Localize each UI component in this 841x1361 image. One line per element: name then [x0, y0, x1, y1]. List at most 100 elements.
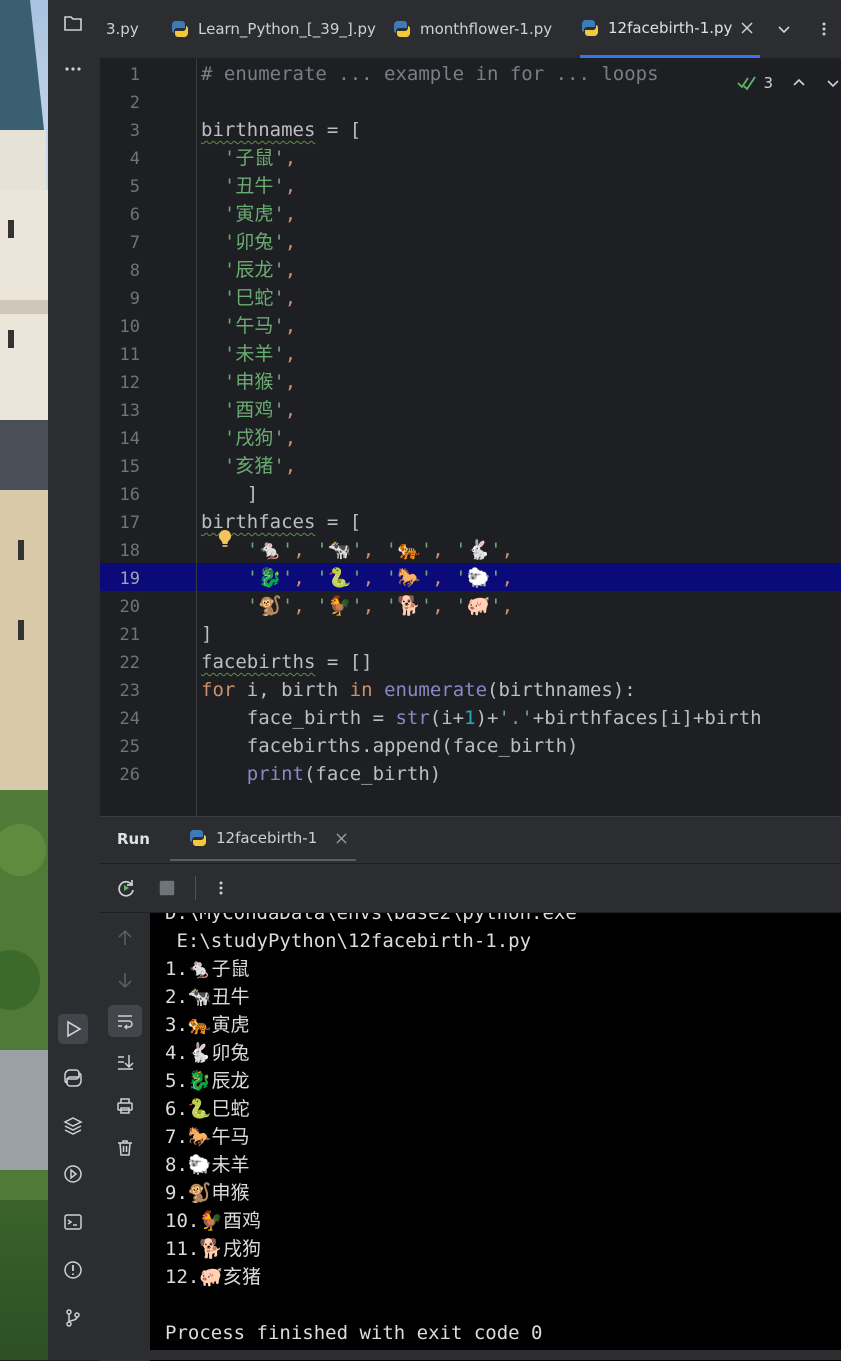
tab-12facebirth[interactable]: 12facebirth-1.py	[580, 0, 761, 58]
arrow-up-icon[interactable]	[791, 75, 807, 91]
string-literal: '🐕'	[385, 595, 433, 617]
code-line-14: '戌狗',	[201, 424, 296, 452]
folder-icon[interactable]	[58, 8, 88, 38]
line-number: 22	[119, 653, 140, 673]
kebab-icon[interactable]	[208, 875, 234, 901]
string-literal: '🐍'	[316, 567, 363, 589]
comma: ,	[284, 287, 297, 309]
line-number: 24	[119, 709, 140, 729]
problems-icon[interactable]	[58, 1255, 88, 1285]
builtin: print	[246, 763, 304, 785]
trash-icon[interactable]	[110, 1133, 140, 1163]
comma: ,	[284, 175, 297, 197]
more-icon[interactable]	[58, 54, 88, 84]
code-line-24: face_birth = str(i+1)+'.'+birthfaces[i]+…	[201, 704, 762, 732]
string-literal: '🐒'	[246, 595, 294, 617]
console-output[interactable]: D:\MyCondaData\envs\base2\python.exe E:\…	[150, 913, 841, 1361]
line-number: 12	[119, 373, 140, 393]
tab-monthflower[interactable]: monthflower-1.py	[392, 0, 552, 58]
print-icon[interactable]	[110, 1091, 140, 1121]
desktop-wallpaper	[0, 0, 48, 1360]
run-tab-label: 12facebirth-1	[216, 829, 318, 847]
kebab-icon[interactable]	[812, 0, 836, 58]
run-config-tab[interactable]: 12facebirth-1	[170, 817, 356, 861]
tab-learn-python[interactable]: Learn_Python_[_39_].py	[170, 0, 376, 58]
tab-3-py[interactable]: 3.py	[106, 0, 139, 58]
string-literal: '辰龙'	[223, 259, 285, 281]
code-text: (i+	[429, 707, 465, 729]
code-editor[interactable]: 3 1 2 3 4 5 6 7 8 9 10 11 12 13 14 15 16…	[100, 59, 841, 816]
stop-icon[interactable]	[154, 875, 180, 901]
python-file-icon	[581, 19, 599, 36]
code-text: +birthfaces[i]+birth	[532, 707, 762, 729]
python-file-icon	[189, 829, 207, 847]
scroll-end-icon[interactable]	[110, 1047, 140, 1077]
code-line-1: # enumerate ... example in for ... loops	[201, 60, 659, 88]
console-line: 7.🐎午马	[165, 1126, 250, 1148]
line-number: 11	[119, 345, 140, 365]
line-number-current: 19	[119, 569, 140, 589]
comma: ,	[362, 595, 386, 617]
code-line-16: ]	[201, 480, 258, 508]
string-literal: '申猴'	[223, 371, 285, 393]
line-number: 25	[119, 737, 140, 757]
comma: ,	[362, 539, 386, 561]
run-icon[interactable]	[58, 1014, 88, 1044]
arrow-down-icon[interactable]	[110, 965, 140, 995]
code-line-21: ]	[201, 620, 212, 648]
close-icon[interactable]	[740, 21, 754, 35]
python-file-icon	[393, 20, 411, 38]
git-icon[interactable]	[58, 1303, 88, 1333]
console-line: 1.🐁子鼠	[165, 958, 250, 980]
line-number: 10	[119, 317, 140, 337]
soft-wrap-icon[interactable]	[108, 1005, 142, 1037]
code-line-26: print(face_birth)	[201, 760, 441, 788]
string-literal: '🐎'	[385, 567, 433, 589]
string-literal: '🐇'	[455, 539, 502, 561]
string-literal: '🐁'	[246, 539, 294, 561]
comma: ,	[284, 399, 297, 421]
code-text: i, birth	[235, 679, 350, 701]
comma: ,	[432, 595, 456, 617]
code-line-11: '未羊',	[201, 340, 296, 368]
inspection-count: 3	[763, 74, 773, 92]
string-literal: '卯兔'	[223, 231, 285, 253]
layers-icon[interactable]	[58, 1111, 88, 1141]
string-literal: '午马'	[223, 315, 285, 337]
comma: ,	[501, 567, 514, 589]
line-number: 17	[119, 513, 140, 533]
code-text: )+	[475, 707, 499, 729]
line-number: 9	[129, 289, 140, 309]
tab-label: monthflower-1.py	[420, 20, 553, 38]
code-text: ]	[246, 483, 259, 505]
keyword: for	[201, 679, 236, 701]
services-icon[interactable]	[58, 1159, 88, 1189]
inspection-widget[interactable]: 3	[737, 71, 841, 95]
tab-label: 12facebirth-1.py	[608, 18, 733, 37]
string-literal: '巳蛇'	[223, 287, 285, 309]
arrow-up-icon[interactable]	[110, 923, 140, 953]
terminal-icon[interactable]	[58, 1207, 88, 1237]
console-line: 10.🐓酉鸡	[165, 1210, 261, 1232]
string-literal: '子鼠'	[223, 147, 285, 169]
line-number: 16	[119, 485, 140, 505]
code-line-18: '🐁', '🐄', '🐅', '🐇',	[201, 536, 513, 564]
code-line-5: '丑牛',	[201, 172, 296, 200]
comma: ,	[284, 259, 297, 281]
keyword: in	[349, 679, 373, 701]
line-number: 14	[119, 429, 140, 449]
chevron-down-icon[interactable]	[825, 75, 841, 91]
string-literal: '酉鸡'	[223, 399, 285, 421]
comma: ,	[284, 371, 297, 393]
close-icon[interactable]	[335, 832, 348, 845]
code-text: = []	[315, 651, 373, 673]
code-line-13: '酉鸡',	[201, 396, 296, 424]
line-number: 3	[129, 121, 140, 141]
python-file-icon	[171, 20, 189, 38]
comma: ,	[362, 567, 386, 589]
code-line-7: '卯兔',	[201, 228, 296, 256]
line-number: 6	[129, 205, 140, 225]
rerun-icon[interactable]	[113, 875, 139, 901]
python-console-icon[interactable]	[58, 1063, 88, 1093]
chevron-down-icon[interactable]	[772, 0, 796, 58]
